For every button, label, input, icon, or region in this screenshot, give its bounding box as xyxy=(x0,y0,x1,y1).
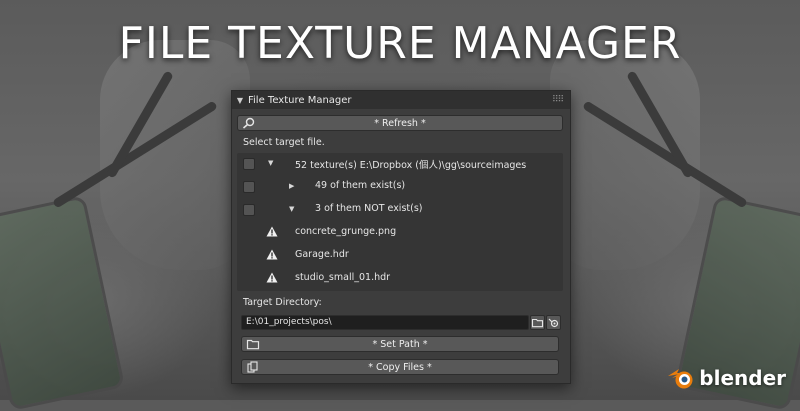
refresh-button-label: * Refresh * xyxy=(374,117,426,129)
file-texture-manager-panel: ▼ File Texture Manager ⠿⠿ * Refresh * Se… xyxy=(231,90,571,384)
folder-icon xyxy=(531,318,544,328)
tree-exist-label[interactable]: 49 of them exist(s) xyxy=(315,180,405,191)
expand-down-icon[interactable]: ▼ xyxy=(289,205,294,213)
search-icon xyxy=(242,117,255,129)
not-exist-checkbox[interactable] xyxy=(243,204,255,216)
banner-title: FILE TEXTURE MANAGER xyxy=(118,18,682,69)
warning-icon xyxy=(266,226,278,237)
warning-icon xyxy=(266,249,278,260)
expand-down-icon[interactable]: ▼ xyxy=(268,159,273,167)
expand-right-icon[interactable]: ▶ xyxy=(289,182,294,190)
texture-tree: ▼ 52 texture(s) E:\Dropbox (個人)\gg\sourc… xyxy=(237,153,563,291)
set-path-button-label: * Set Path * xyxy=(372,338,428,350)
root-checkbox[interactable] xyxy=(243,158,255,170)
select-target-label: Select target file. xyxy=(243,137,325,148)
tree-not-exist-label[interactable]: 3 of them NOT exist(s) xyxy=(315,203,423,214)
copy-files-button-label: * Copy Files * xyxy=(368,361,432,373)
drag-grip-icon[interactable]: ⠿⠿ xyxy=(552,95,566,105)
set-path-button[interactable]: * Set Path * xyxy=(241,336,559,352)
missing-file-item[interactable]: concrete_grunge.png xyxy=(295,226,396,237)
blend-file-directory-button[interactable] xyxy=(546,315,561,330)
missing-file-item[interactable]: Garage.hdr xyxy=(295,249,349,260)
target-directory-label: Target Directory: xyxy=(243,297,322,308)
copy-files-icon xyxy=(247,361,258,373)
warning-icon xyxy=(266,272,278,283)
folder-browse-button[interactable] xyxy=(530,315,545,330)
missing-file-item[interactable]: studio_small_01.hdr xyxy=(295,272,390,283)
panel-header[interactable]: ▼ File Texture Manager ⠿⠿ xyxy=(232,91,570,109)
tree-root-label[interactable]: 52 texture(s) E:\Dropbox (個人)\gg\sourcei… xyxy=(295,157,526,171)
panel-title: File Texture Manager xyxy=(248,94,352,106)
folder-icon xyxy=(246,339,260,350)
blender-logo-text: blender xyxy=(699,366,786,390)
exist-checkbox[interactable] xyxy=(243,181,255,193)
collapse-caret-icon[interactable]: ▼ xyxy=(232,96,248,105)
refresh-button[interactable]: * Refresh * xyxy=(237,115,563,131)
copy-files-button[interactable]: * Copy Files * xyxy=(241,359,559,375)
blender-logo-icon xyxy=(668,369,693,389)
blend-file-icon xyxy=(548,318,559,328)
blender-logo: blender xyxy=(666,366,786,390)
target-directory-field[interactable]: E:\01_projects\pos\ xyxy=(241,315,529,330)
